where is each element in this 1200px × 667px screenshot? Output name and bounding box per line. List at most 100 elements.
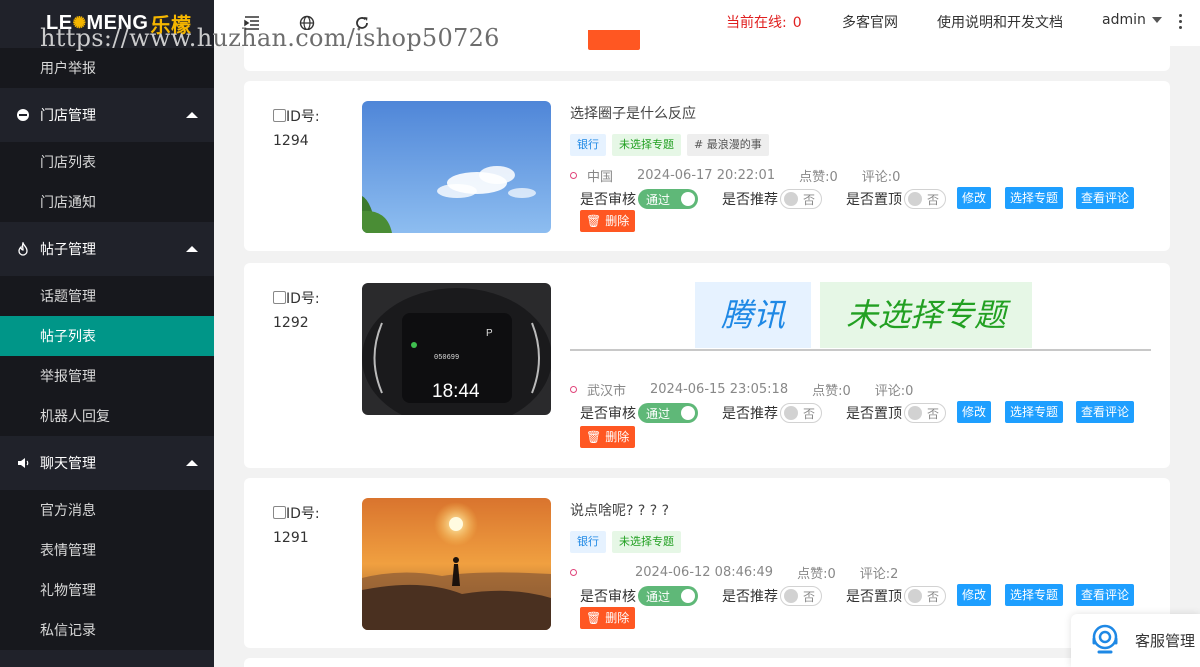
post-id-label: ID号: xyxy=(286,109,320,125)
tag-badge: 未选择专题 xyxy=(820,282,1033,348)
post-card-partial xyxy=(244,658,1170,667)
delete-button[interactable]: 🗑 删除 xyxy=(580,607,636,629)
headset-icon xyxy=(1087,621,1123,661)
sidebar-item[interactable]: 礼物管理 xyxy=(0,570,214,610)
sidebar-item[interactable]: 表情管理 xyxy=(0,530,214,570)
recommend-toggle[interactable]: 否 xyxy=(780,189,822,209)
dash-time: 18:44 xyxy=(432,381,480,402)
pin-top-toggle[interactable]: 否 xyxy=(904,586,946,606)
post-select-checkbox[interactable] xyxy=(273,109,286,122)
post-image[interactable] xyxy=(362,498,551,630)
sidebar-group-label: 帖子管理 xyxy=(40,242,96,258)
audit-label: 是否审核 xyxy=(580,192,636,208)
view-comments-button[interactable]: 查看评论 xyxy=(1076,401,1135,423)
post-id-label: ID号: xyxy=(286,291,320,307)
fire-icon xyxy=(16,242,30,256)
tag-badge: 银行 xyxy=(570,531,606,553)
view-comments-button[interactable]: 查看评论 xyxy=(1076,584,1135,606)
official-site-link[interactable]: 多客官网 xyxy=(842,12,898,32)
post-id-value: 1291 xyxy=(273,530,309,546)
post-location: 中国 xyxy=(587,170,614,185)
audit-toggle[interactable]: 通过 xyxy=(638,586,698,606)
edit-button[interactable]: 修改 xyxy=(957,401,992,423)
audit-toggle[interactable]: 通过 xyxy=(638,403,698,423)
tag-badge: 银行 xyxy=(570,134,606,156)
recommend-toggle[interactable]: 否 xyxy=(780,586,822,606)
online-label: 当前在线: xyxy=(726,15,787,31)
sidebar-item[interactable]: 私信记录 xyxy=(0,610,214,650)
sidebar-group[interactable]: 门店管理 xyxy=(0,88,214,142)
audit-toggle[interactable]: 通过 xyxy=(638,189,698,209)
post-time: 2024-06-17 20:22:01 xyxy=(637,168,776,183)
sidebar-item[interactable]: 官方消息 xyxy=(0,490,214,530)
recommend-label: 是否推荐 xyxy=(722,192,778,208)
post-select-checkbox[interactable] xyxy=(273,291,286,304)
chevron-up-icon xyxy=(186,246,198,252)
pin-top-label: 是否置顶 xyxy=(846,192,902,208)
sidebar-item[interactable]: 帖子列表 xyxy=(0,316,214,356)
post-likes: 点赞:0 xyxy=(812,384,851,399)
sidebar-item[interactable]: 机器人回复 xyxy=(0,396,214,436)
circle-icon xyxy=(16,108,30,122)
location-icon xyxy=(570,172,577,179)
post-id: ID号: 1291 xyxy=(273,502,320,550)
sidebar-group[interactable]: 聊天管理 xyxy=(0,436,214,490)
pin-top-toggle[interactable]: 否 xyxy=(904,189,946,209)
post-comments: 评论:2 xyxy=(859,567,899,582)
sidebar: LE✺MENG乐檬 https://www.huzhan.com/ishop50… xyxy=(0,0,214,667)
edit-button[interactable]: 修改 xyxy=(957,584,992,606)
sidebar-group-label: 门店管理 xyxy=(40,108,96,124)
edit-button[interactable]: 修改 xyxy=(957,187,992,209)
sidebar-item[interactable]: 门店列表 xyxy=(0,142,214,182)
sidebar-nav: 用户举报门店管理门店列表 门店通知帖子管理话题管理 帖子列表 举报管理 机器人回复聊天管… xyxy=(0,48,214,650)
post-select-checkbox[interactable] xyxy=(273,506,286,519)
delete-button-partial[interactable] xyxy=(588,30,640,50)
online-number: 0 xyxy=(792,15,802,31)
trash-icon: 🗑 xyxy=(586,214,602,228)
choose-topic-button[interactable]: 选择专题 xyxy=(1005,401,1064,423)
audit-label: 是否审核 xyxy=(580,406,636,422)
recommend-label: 是否推荐 xyxy=(722,589,778,605)
choose-topic-button[interactable]: 选择专题 xyxy=(1005,187,1064,209)
view-comments-button[interactable]: 查看评论 xyxy=(1076,187,1135,209)
chevron-up-icon xyxy=(186,112,198,118)
post-image[interactable]: P 050699 18:44 xyxy=(362,283,551,415)
sidebar-group[interactable]: 帖子管理 xyxy=(0,222,214,276)
post-comments: 评论:0 xyxy=(861,170,901,185)
post-id-value: 1292 xyxy=(273,315,309,331)
dash-odometer: 050699 xyxy=(434,354,459,362)
pin-top-label: 是否置顶 xyxy=(846,589,902,605)
audit-label: 是否审核 xyxy=(580,589,636,605)
user-menu[interactable]: admin xyxy=(1102,12,1162,28)
delete-button[interactable]: 🗑 删除 xyxy=(580,210,636,232)
post-tags: 银行 未选择专题 xyxy=(570,531,681,553)
tag-badge: 未选择专题 xyxy=(612,134,681,156)
sidebar-item[interactable]: 举报管理 xyxy=(0,356,214,396)
customer-service-label: 客服管理 xyxy=(1135,632,1196,650)
tag-badge: 腾讯 xyxy=(695,282,812,348)
trash-icon: 🗑 xyxy=(586,430,602,444)
post-title: 选择圈子是什么反应 xyxy=(570,106,696,122)
pin-top-label: 是否置顶 xyxy=(846,406,902,422)
docs-link[interactable]: 使用说明和开发文档 xyxy=(937,12,1063,32)
sidebar-item[interactable]: 门店通知 xyxy=(0,182,214,222)
sidebar-item[interactable]: 话题管理 xyxy=(0,276,214,316)
post-card-partial xyxy=(244,30,1170,71)
tag-badge: # 最浪漫的事 xyxy=(687,134,769,156)
sidebar-item[interactable]: 用户举报 xyxy=(0,48,214,88)
customer-service-button[interactable]: 客服管理 xyxy=(1071,614,1200,667)
choose-topic-button[interactable]: 选择专题 xyxy=(1005,584,1064,606)
post-image[interactable] xyxy=(362,101,551,233)
more-icon[interactable] xyxy=(1178,14,1184,32)
pin-top-toggle[interactable]: 否 xyxy=(904,403,946,423)
post-controls: 是否审核 通过 是否推荐否是否置顶否 xyxy=(580,403,946,423)
dash-gear: P xyxy=(486,328,493,339)
trash-icon: 🗑 xyxy=(586,611,602,625)
recommend-toggle[interactable]: 否 xyxy=(780,403,822,423)
online-count: 当前在线: 0 xyxy=(726,12,802,32)
post-controls: 是否审核 通过 是否推荐否是否置顶否 xyxy=(580,586,946,606)
delete-button[interactable]: 🗑 删除 xyxy=(580,426,636,448)
location-icon xyxy=(570,569,577,576)
post-id: ID号: 1292 xyxy=(273,287,320,335)
sidebar-group-label: 聊天管理 xyxy=(40,456,96,472)
